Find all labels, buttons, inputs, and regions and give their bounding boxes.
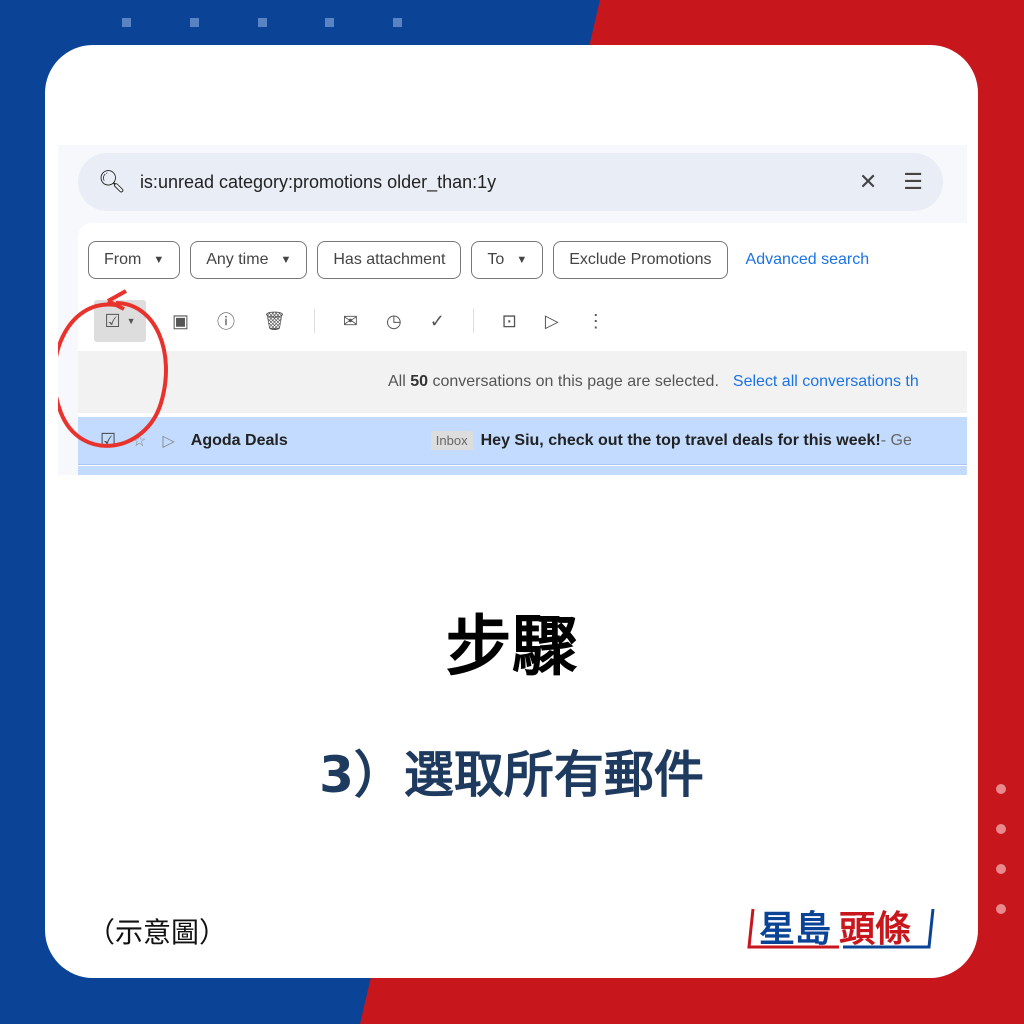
email-sender: Agoda Deals [190,431,288,449]
svg-text:星島: 星島 [759,909,831,950]
results-panel: From ▼ Any time ▼ Has attachment To ▼ Exclu… [78,223,967,475]
select-all-conversations-link[interactable]: Select all conversations th [733,373,919,391]
decor-square [393,18,402,27]
chip-label: Any time [206,251,269,268]
advanced-search-link[interactable]: Advanced search [746,251,870,269]
decor-square [190,18,199,27]
search-icon[interactable]: 🔍︎ [98,169,126,195]
decor-dot [996,864,1006,874]
report-spam-icon[interactable]: ⓘ [217,308,235,334]
gmail-screenshot: 🔍︎ is:unread category:promotions older_t… [58,145,967,475]
decor-dot [996,824,1006,834]
select-all-button[interactable]: ☑ ▼ [94,300,146,342]
content-card: 🔍︎ is:unread category:promotions older_t… [45,45,978,978]
chip-label: From [104,251,142,268]
snooze-icon[interactable]: ◷ [386,311,402,332]
archive-icon[interactable]: ▣ [172,311,189,332]
dropdown-arrow-icon: ▼ [126,316,136,326]
selection-banner: All 50 conversations on this page are se… [78,351,967,413]
dropdown-arrow-icon: ▼ [516,254,528,266]
filter-from[interactable]: From ▼ [88,241,181,279]
svg-text:頭條: 頭條 [839,909,911,950]
decor-square [325,18,334,27]
filter-to[interactable]: To ▼ [471,241,544,279]
more-icon[interactable]: ⋮ [587,311,605,332]
mark-read-icon[interactable]: ✉ [343,311,358,332]
divider [472,309,474,333]
filter-has-attachment[interactable]: Has attachment [317,241,462,279]
filter-exclude-promotions[interactable]: Exclude Promotions [553,241,728,279]
search-bar[interactable]: 🔍︎ is:unread category:promotions older_t… [78,153,943,211]
star-icon[interactable]: ☆ [132,431,146,451]
checkbox-checked-icon: ☑ [104,310,121,331]
decor-square [258,18,267,27]
email-snippet: - Ge [880,431,912,449]
dropdown-arrow-icon: ▼ [280,254,292,266]
banner-prefix: All [388,373,406,390]
tune-icon[interactable]: ☰ [903,169,923,195]
move-to-icon[interactable]: ⊡ [502,311,517,332]
close-icon[interactable]: ✕ [859,169,877,195]
email-row[interactable]: ☑ ☆ ▷ Agoda Deals Inbox Hey Siu, check o… [78,417,967,465]
decor-square [122,18,131,27]
selected-count: 50 [410,373,429,390]
chip-label: To [487,251,505,268]
email-subject: Hey Siu, check out the top travel deals … [480,431,881,449]
brand-logo: 星島 頭條 [747,908,935,950]
banner-text: conversations on this page are selected. [432,373,719,390]
add-task-icon[interactable]: ✓ [430,311,445,332]
divider [313,309,315,333]
label-icon[interactable]: ▷ [545,311,559,332]
filter-any-time[interactable]: Any time ▼ [190,241,308,279]
step-title: 步驟 [445,608,578,685]
checkbox-checked-icon[interactable]: ☑ [100,430,116,451]
chip-label: Has attachment [333,251,446,268]
search-input[interactable]: is:unread category:promotions older_than… [140,172,833,193]
step-description: 3）選取所有郵件 [319,746,704,804]
dropdown-arrow-icon: ▼ [153,254,165,266]
inbox-label: Inbox [430,431,473,450]
decor-dot [996,784,1006,794]
decor-dot [996,904,1006,914]
delete-icon[interactable]: 🗑︎ [263,311,286,332]
email-row[interactable] [78,466,967,475]
important-icon[interactable]: ▷ [162,431,174,451]
chip-label: Exclude Promotions [569,251,712,268]
illustration-note: （示意圖） [87,916,228,949]
